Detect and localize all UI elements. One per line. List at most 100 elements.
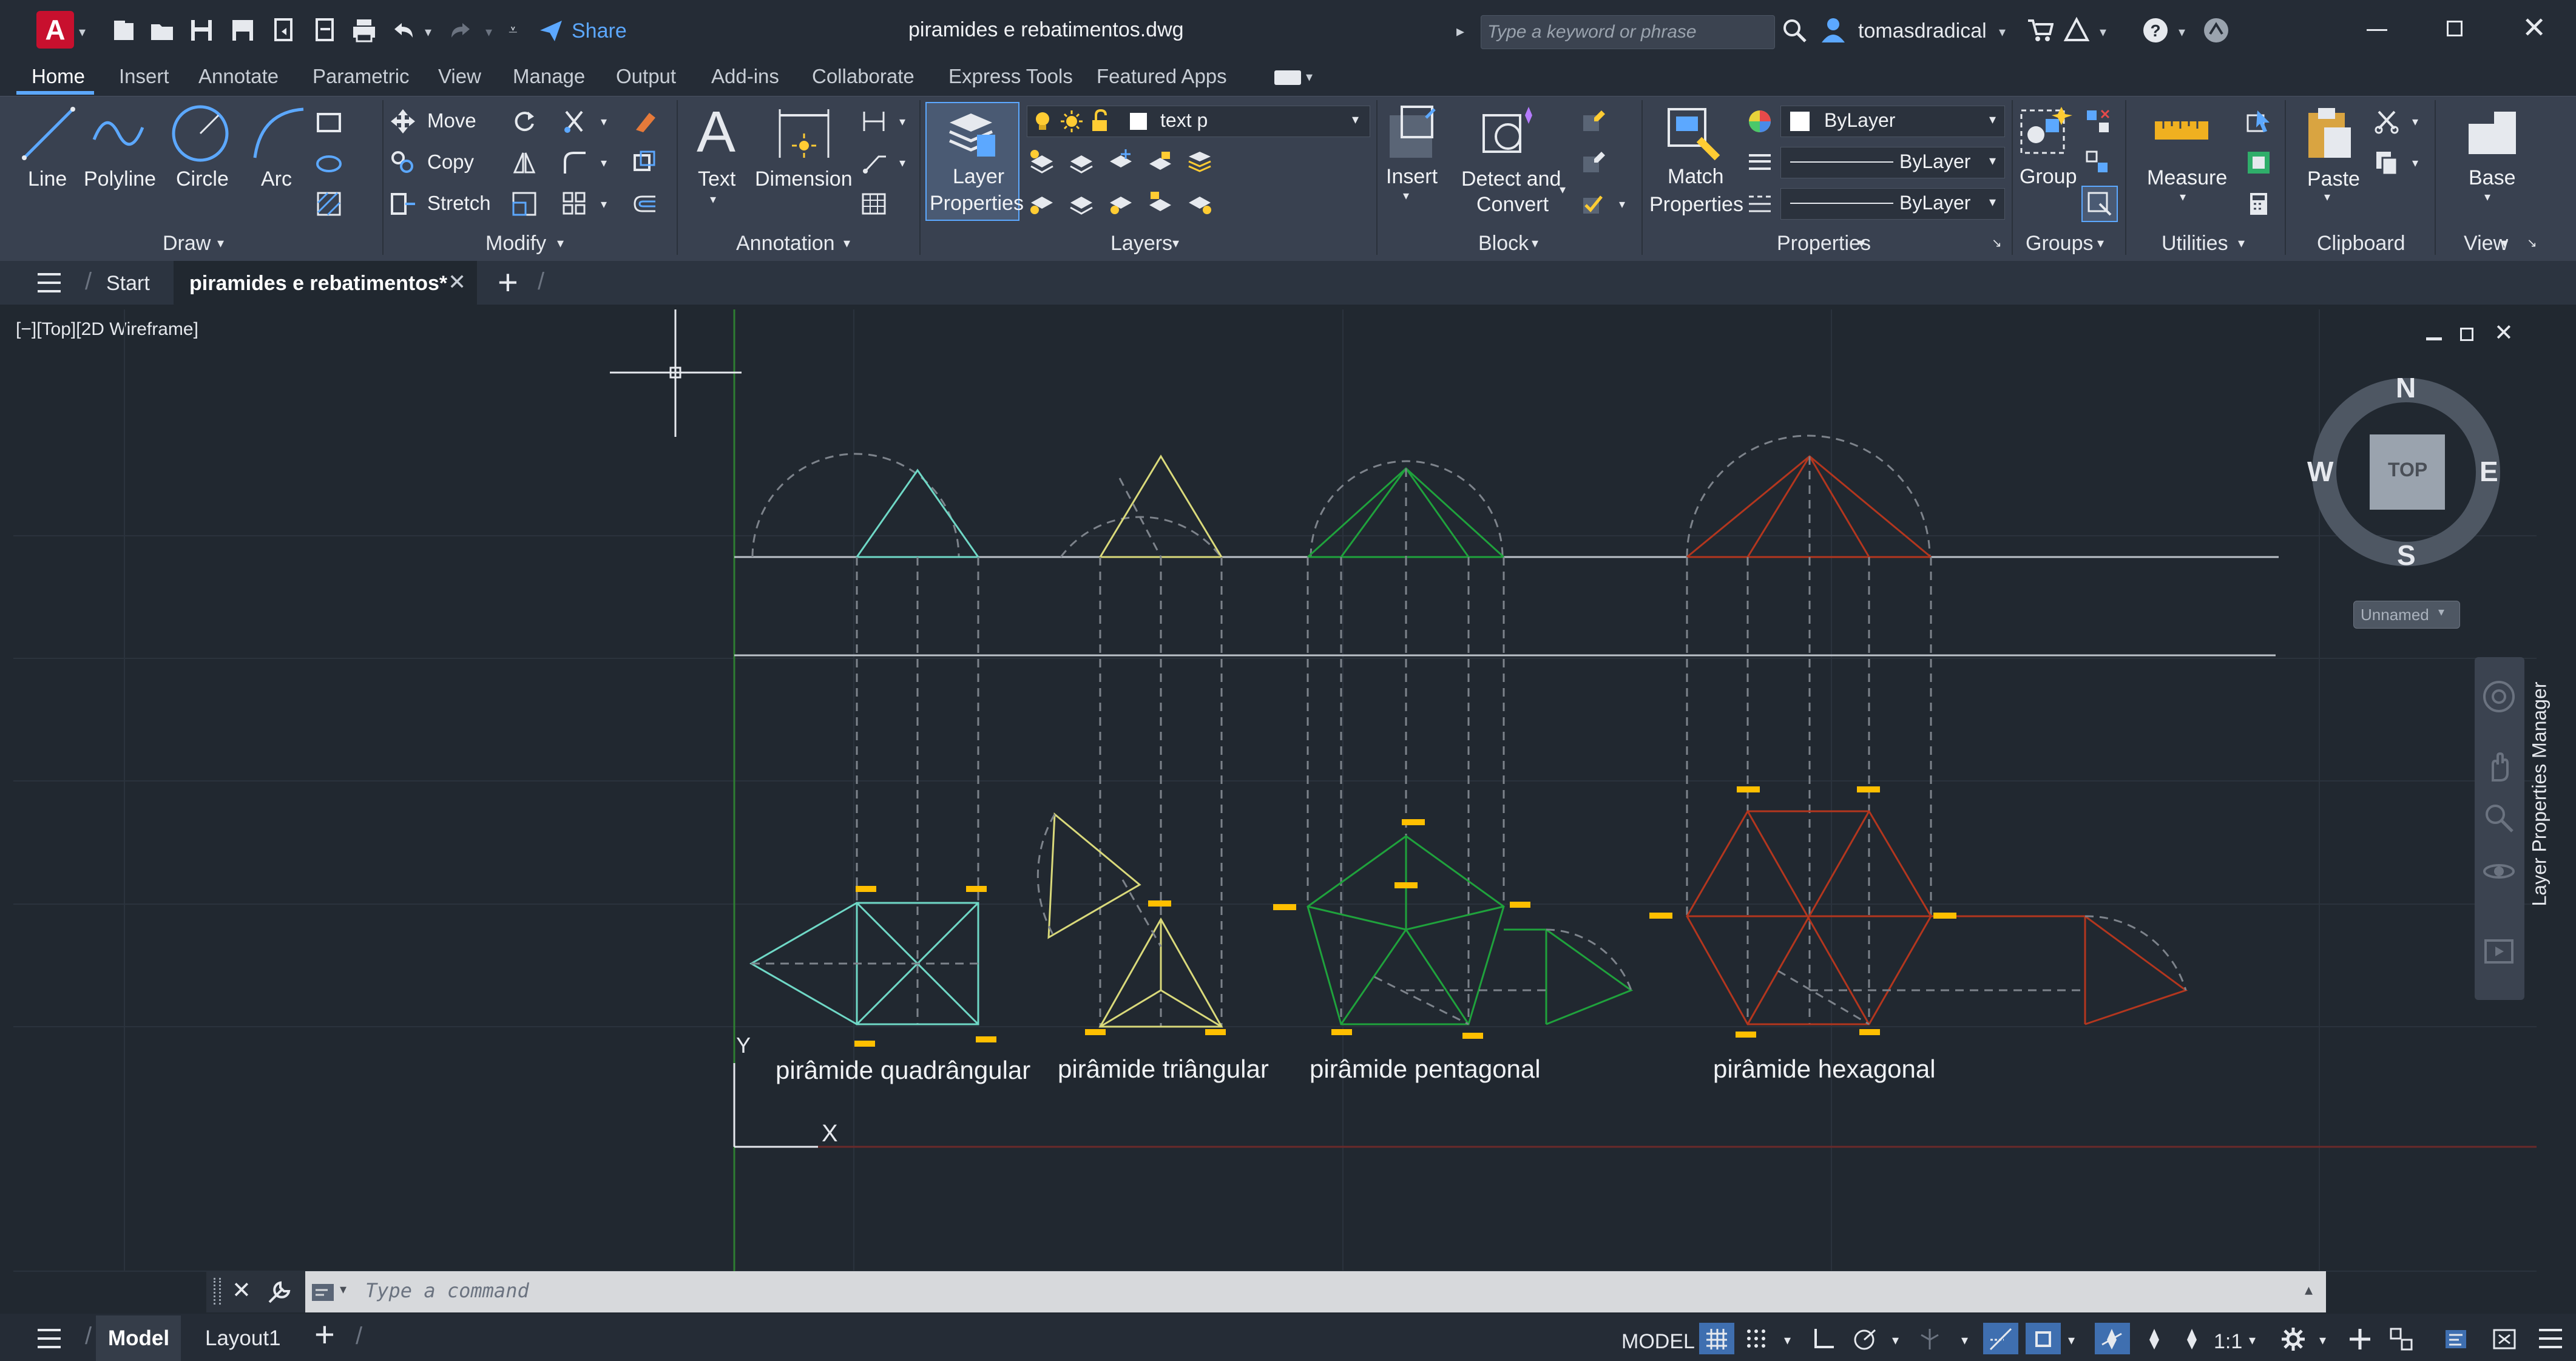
tab-insert[interactable]: Insert	[119, 65, 169, 88]
properties-dialog-launcher-icon[interactable]: ↘	[1992, 235, 2002, 251]
compass-east[interactable]: E	[2480, 455, 2498, 488]
base-view-icon[interactable]	[2465, 106, 2520, 160]
help-chevron-icon[interactable]: ▾	[2179, 24, 2185, 40]
annotation-scale-value[interactable]: 1:1	[2214, 1330, 2242, 1354]
group-icon[interactable]	[2018, 104, 2072, 159]
annotation-panel-label[interactable]: Annotation	[736, 232, 835, 255]
arc-button[interactable]: Arc	[261, 167, 292, 191]
open-file-icon[interactable]	[149, 17, 175, 44]
model-space-indicator[interactable]: MODEL	[1621, 1330, 1695, 1354]
tab-featured-apps[interactable]: Featured Apps	[1097, 65, 1227, 88]
measure-button[interactable]: Measure	[2147, 166, 2227, 190]
layout-menu-icon[interactable]	[35, 1326, 63, 1351]
lineweight-icon[interactable]	[1746, 149, 1773, 176]
offset-icon[interactable]	[631, 191, 658, 217]
polyline-icon[interactable]	[88, 103, 149, 164]
user-icon[interactable]	[1819, 16, 1847, 44]
search-expand-chevron-icon[interactable]: ▸	[1456, 22, 1464, 41]
viewcube-top-face[interactable]: TOP	[2388, 459, 2427, 481]
quick-select-icon[interactable]	[2245, 108, 2272, 135]
redo-dropdown-chevron-icon[interactable]: ▾	[485, 24, 492, 40]
layers-panel-label[interactable]: Layers	[1111, 232, 1172, 255]
polar-icon[interactable]	[1852, 1326, 1878, 1352]
erase-icon[interactable]	[631, 108, 658, 135]
utilities-panel-label[interactable]: Utilities	[2162, 232, 2228, 255]
draw-panel-label[interactable]: Draw	[163, 232, 211, 255]
linetype-icon[interactable]	[1746, 191, 1773, 217]
insert-block-icon[interactable]	[1384, 103, 1444, 164]
edit-attributes-chevron-icon[interactable]: ▾	[1619, 197, 1625, 212]
ellipse-icon[interactable]	[316, 150, 342, 177]
block-panel-label[interactable]: Block	[1478, 232, 1529, 255]
close-tab-icon[interactable]: ✕	[448, 269, 466, 295]
layer-walk-icon[interactable]	[1068, 189, 1095, 216]
dimension-icon[interactable]	[774, 103, 834, 164]
tab-express-tools[interactable]: Express Tools	[948, 65, 1073, 88]
select-all-icon[interactable]	[2245, 149, 2272, 176]
workspace-chevron-icon[interactable]: ▾	[2319, 1332, 2326, 1348]
app-menu-chevron-icon[interactable]: ▾	[79, 24, 86, 40]
search-icon[interactable]	[1781, 17, 1808, 44]
command-history-icon[interactable]	[309, 1279, 336, 1306]
detect-convert-label-2[interactable]: Convert	[1476, 193, 1549, 217]
layer-make-current-icon[interactable]	[1029, 148, 1055, 175]
cut-icon[interactable]	[2374, 108, 2401, 135]
osnap-chevron-icon[interactable]: ▾	[2068, 1332, 2075, 1348]
snap-chevron-icon[interactable]: ▾	[1784, 1332, 1791, 1348]
annotation-scale-icon[interactable]	[2180, 1326, 2205, 1352]
layout1-tab[interactable]: Layout1	[205, 1326, 281, 1351]
stretch-icon[interactable]	[390, 191, 416, 217]
command-input[interactable]	[305, 1271, 2326, 1312]
ortho-icon[interactable]	[1811, 1326, 1836, 1352]
search-input[interactable]: Type a keyword or phrase	[1481, 15, 1775, 49]
community-icon[interactable]	[2203, 17, 2229, 44]
units-icon[interactable]	[2388, 1326, 2414, 1352]
customization-menu-icon[interactable]	[2537, 1326, 2564, 1351]
file-tabs-menu-icon[interactable]	[35, 271, 63, 295]
snap-icon[interactable]	[1744, 1326, 1770, 1352]
publish-icon[interactable]	[312, 17, 339, 44]
close-window-button[interactable]: ✕	[2522, 11, 2546, 45]
match-properties-icon[interactable]	[1663, 103, 1723, 164]
match-properties-label-2[interactable]: Properties	[1649, 193, 1743, 217]
detect-convert-label-1[interactable]: Detect and	[1461, 167, 1561, 191]
block-panel-chevron-icon[interactable]: ▾	[1532, 235, 1538, 251]
ungroup-icon[interactable]	[2084, 108, 2111, 135]
groups-panel-label[interactable]: Groups	[2026, 232, 2094, 255]
dimension-button[interactable]: Dimension	[755, 167, 853, 191]
ribbon-toggle-icon[interactable]	[1274, 70, 1301, 85]
base-chevron-icon[interactable]: ▾	[2484, 189, 2490, 204]
workspace-gear-icon[interactable]	[2280, 1326, 2306, 1352]
table-icon[interactable]	[860, 191, 887, 217]
leader-chevron-icon[interactable]: ▾	[899, 155, 905, 171]
mirror-icon[interactable]	[511, 149, 538, 176]
detect-convert-icon[interactable]	[1478, 103, 1538, 164]
view-dialog-launcher-icon[interactable]: ↘	[2527, 235, 2537, 251]
compass-south[interactable]: S	[2397, 539, 2416, 572]
new-tab-button[interactable]: +	[498, 262, 518, 303]
linetype-dropdown-chevron-icon[interactable]: ▾	[1989, 153, 1996, 169]
circle-icon[interactable]	[170, 103, 231, 164]
share-button[interactable]: Share	[572, 19, 627, 43]
properties-panel-chevron-icon[interactable]: ▾	[1858, 235, 1865, 251]
minimize-button[interactable]	[2367, 29, 2387, 31]
restore-button[interactable]	[2447, 21, 2463, 36]
auto-scale-icon[interactable]	[2142, 1326, 2168, 1352]
zoom-extents-icon[interactable]	[2482, 801, 2516, 835]
detect-convert-chevron-icon[interactable]: ▾	[1560, 182, 1566, 197]
command-expand-icon[interactable]: ▴	[2305, 1280, 2313, 1299]
polyline-button[interactable]: Polyline	[84, 167, 156, 191]
paste-button[interactable]: Paste	[2307, 167, 2360, 191]
drawing-canvas[interactable]	[13, 309, 2537, 1314]
draw-panel-chevron-icon[interactable]: ▾	[217, 235, 224, 251]
base-button[interactable]: Base	[2469, 166, 2516, 190]
lineweight-dropdown[interactable]	[1780, 188, 2005, 220]
compass-north[interactable]: N	[2396, 371, 2416, 404]
tab-add-ins[interactable]: Add-ins	[711, 65, 779, 88]
copy-clip-icon[interactable]	[2374, 149, 2401, 176]
text-icon[interactable]: A	[689, 103, 743, 164]
group-button[interactable]: Group	[2020, 165, 2077, 189]
annotation-scale-chevron-icon[interactable]: ▾	[2249, 1332, 2256, 1348]
linetype-dropdown[interactable]	[1780, 147, 2005, 178]
layer-isolate-icon[interactable]	[1029, 189, 1055, 216]
